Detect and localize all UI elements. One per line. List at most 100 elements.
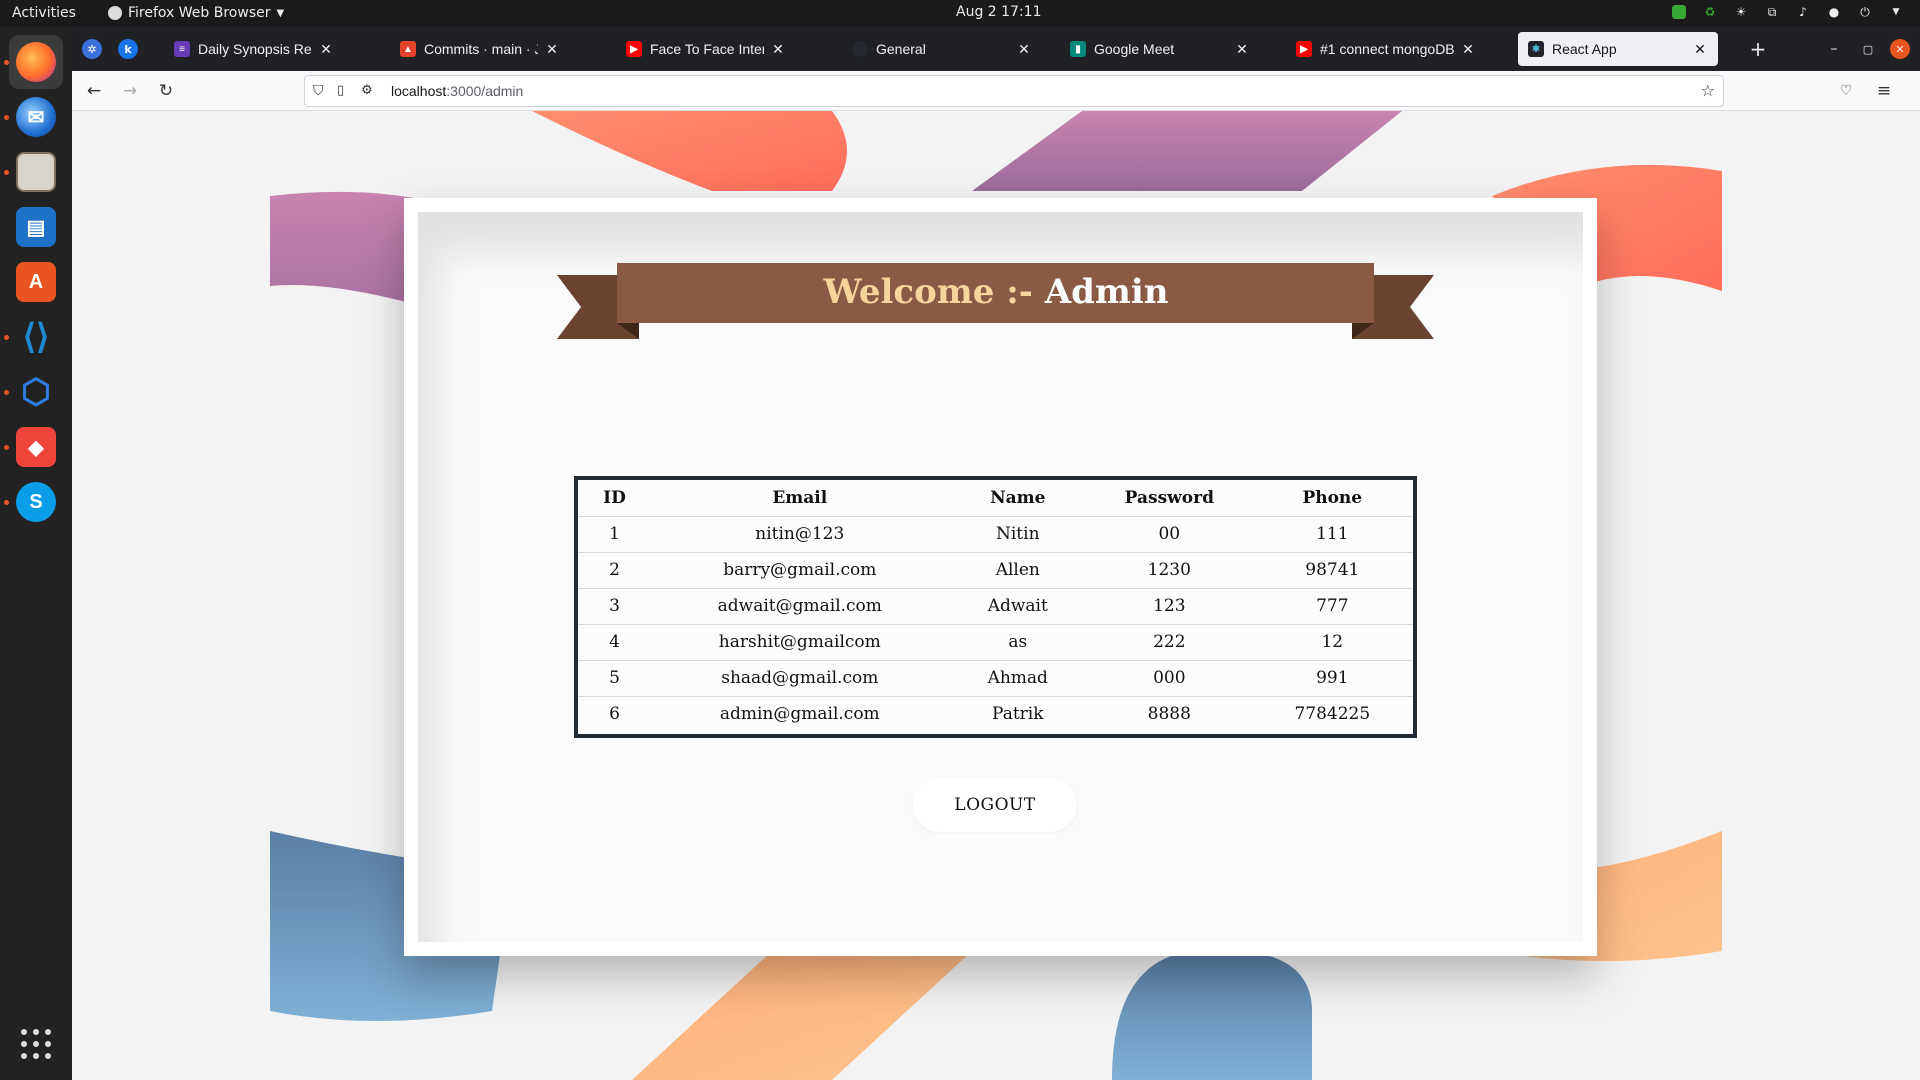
running-indicator <box>4 500 9 505</box>
page-title: Welcome :- Admin <box>616 263 1376 321</box>
tab-label: Face To Face Interview In <box>650 41 764 57</box>
dock-thunderbird[interactable]: ✉ <box>9 90 63 144</box>
maximize-button[interactable]: ▢ <box>1858 39 1878 59</box>
url-text[interactable]: localhost:3000/admin <box>391 83 523 99</box>
tab-face-to-face[interactable]: ▶ Face To Face Interview In ✕ <box>616 32 796 66</box>
page-icon[interactable]: ▯ <box>337 83 344 98</box>
decor-shape <box>972 111 1402 191</box>
tab-label: General <box>876 41 926 57</box>
close-window-button[interactable]: ✕ <box>1890 39 1910 59</box>
table-row: 2 barry@gmail.com Allen 1230 98741 <box>578 551 1413 588</box>
clock[interactable]: Aug 2 17:11 <box>956 4 1042 20</box>
cell-email: adwait@gmail.com <box>651 587 949 624</box>
welcome-prefix: Welcome :- <box>823 272 1045 312</box>
pocket-icon[interactable]: ♡ <box>1834 79 1858 103</box>
chevron-down-icon[interactable]: ▼ <box>1888 4 1904 20</box>
back-button[interactable]: ← <box>82 79 106 103</box>
tab-google-meet[interactable]: ▮ Google Meet ✕ <box>1060 32 1260 66</box>
cell-phone: 12 <box>1251 623 1413 660</box>
dock-files[interactable] <box>9 145 63 199</box>
close-icon[interactable]: ✕ <box>770 41 786 58</box>
menu-icon[interactable]: ≡ <box>1872 79 1896 103</box>
cell-id: 2 <box>578 551 652 588</box>
system-tray[interactable]: ♻ ☀ ⧉ ♪ ● ⏻ ▼ <box>1671 4 1904 20</box>
close-icon[interactable]: ✕ <box>544 41 560 58</box>
dock-vscode[interactable]: ⟨⟩ <box>9 310 63 364</box>
grid-icon <box>21 1029 51 1059</box>
minimize-button[interactable]: – <box>1824 39 1844 59</box>
bookmark-star-icon[interactable]: ☆ <box>1701 81 1715 100</box>
column-header-name: Name <box>990 487 1046 508</box>
firefox-icon <box>108 6 122 20</box>
app-store-icon: A <box>16 262 56 302</box>
close-icon[interactable]: ✕ <box>1692 41 1708 58</box>
dock-writer[interactable]: ▤ <box>9 200 63 254</box>
running-indicator <box>4 170 9 175</box>
running-indicator <box>4 60 9 65</box>
brightness-icon[interactable]: ☀ <box>1733 4 1749 20</box>
reload-button[interactable]: ↻ <box>154 79 178 103</box>
firefox-icon <box>16 42 56 82</box>
update-icon[interactable] <box>1671 4 1687 20</box>
network-icon[interactable]: ⧉ <box>1764 4 1780 20</box>
cell-email: barry@gmail.com <box>651 551 949 588</box>
forward-button[interactable]: → <box>118 79 142 103</box>
tab-mongodb[interactable]: ▶ #1 connect mongoDB usi ✕ <box>1286 32 1486 66</box>
running-indicator <box>4 115 9 120</box>
dock: ✉ ▤ A ⟨⟩ ⬡ ◆ S <box>0 27 72 1080</box>
new-tab-button[interactable]: + <box>1748 37 1768 61</box>
app-menu[interactable]: Firefox Web Browser ▼ <box>108 5 284 21</box>
dock-skype[interactable]: S <box>9 475 63 529</box>
table-header-row: ID Email Name Password Phone <box>578 480 1413 516</box>
tab-label: React App <box>1552 41 1617 57</box>
tab-label: Commits · main · JS Famil <box>424 41 538 57</box>
welcome-name: Admin <box>1044 272 1169 312</box>
cell-id: 3 <box>578 587 652 624</box>
chevron-down-icon: ▼ <box>276 7 285 19</box>
dock-firefox[interactable] <box>9 35 63 89</box>
close-icon[interactable]: ✕ <box>1234 41 1250 58</box>
pinned-tab-1[interactable]: ✲ <box>82 39 102 59</box>
tab-daily-synopsis[interactable]: ≡ Daily Synopsis Report (D ✕ <box>164 32 344 66</box>
users-table: ID Email Name Password Phone 1 nitin@123… <box>578 480 1413 732</box>
cell-email: nitin@123 <box>651 515 949 552</box>
tab-bar: ✲ k ≡ Daily Synopsis Report (D ✕ ▲ Commi… <box>72 27 1920 71</box>
close-icon[interactable]: ✕ <box>318 41 334 58</box>
recycle-icon[interactable]: ♻ <box>1702 4 1718 20</box>
url-host: localhost <box>391 83 447 99</box>
table-row: 4 harshit@gmailcom as 222 12 <box>578 623 1413 660</box>
dock-anydesk[interactable]: ◆ <box>9 420 63 474</box>
dock-software[interactable]: A <box>9 255 63 309</box>
tab-general[interactable]: General ✕ <box>842 32 1042 66</box>
cell-id: 1 <box>578 515 652 552</box>
cell-password: 1230 <box>1087 551 1252 588</box>
pinned-tab-2[interactable]: k <box>118 39 138 59</box>
cell-password: 000 <box>1087 659 1252 696</box>
cell-phone: 111 <box>1251 515 1413 552</box>
cell-id: 6 <box>578 695 652 732</box>
youtube-icon: ▶ <box>626 41 642 57</box>
close-icon[interactable]: ✕ <box>1016 41 1032 58</box>
app-menu-label: Firefox Web Browser <box>128 5 271 21</box>
form-icon: ≡ <box>174 41 190 57</box>
permissions-icon[interactable]: ⚙ <box>361 83 373 98</box>
decor-shape <box>532 111 847 191</box>
microphone-icon[interactable]: ● <box>1826 4 1842 20</box>
tab-commits[interactable]: ▲ Commits · main · JS Famil ✕ <box>390 32 570 66</box>
show-apps-button[interactable] <box>9 1017 63 1071</box>
shield-icon[interactable]: ⛉ <box>313 83 324 99</box>
youtube-icon: ▶ <box>1296 41 1312 57</box>
logout-button[interactable]: LOGOUT <box>913 778 1077 832</box>
column-header-phone: Phone <box>1302 487 1363 508</box>
meet-icon: ▮ <box>1070 41 1086 57</box>
power-icon[interactable]: ⏻ <box>1857 4 1873 20</box>
tab-react-app[interactable]: ⚛ React App ✕ <box>1518 32 1718 66</box>
url-bar[interactable]: ⛉ ▯ ⚙ localhost:3000/admin ☆ <box>304 75 1724 107</box>
activities-button[interactable]: Activities <box>12 5 76 21</box>
volume-icon[interactable]: ♪ <box>1795 4 1811 20</box>
cell-phone: 7784225 <box>1251 695 1413 732</box>
dock-robo3t[interactable]: ⬡ <box>9 365 63 419</box>
running-indicator <box>4 335 9 340</box>
close-icon[interactable]: ✕ <box>1460 41 1476 58</box>
table-row: 1 nitin@123 Nitin 00 111 <box>578 515 1413 552</box>
